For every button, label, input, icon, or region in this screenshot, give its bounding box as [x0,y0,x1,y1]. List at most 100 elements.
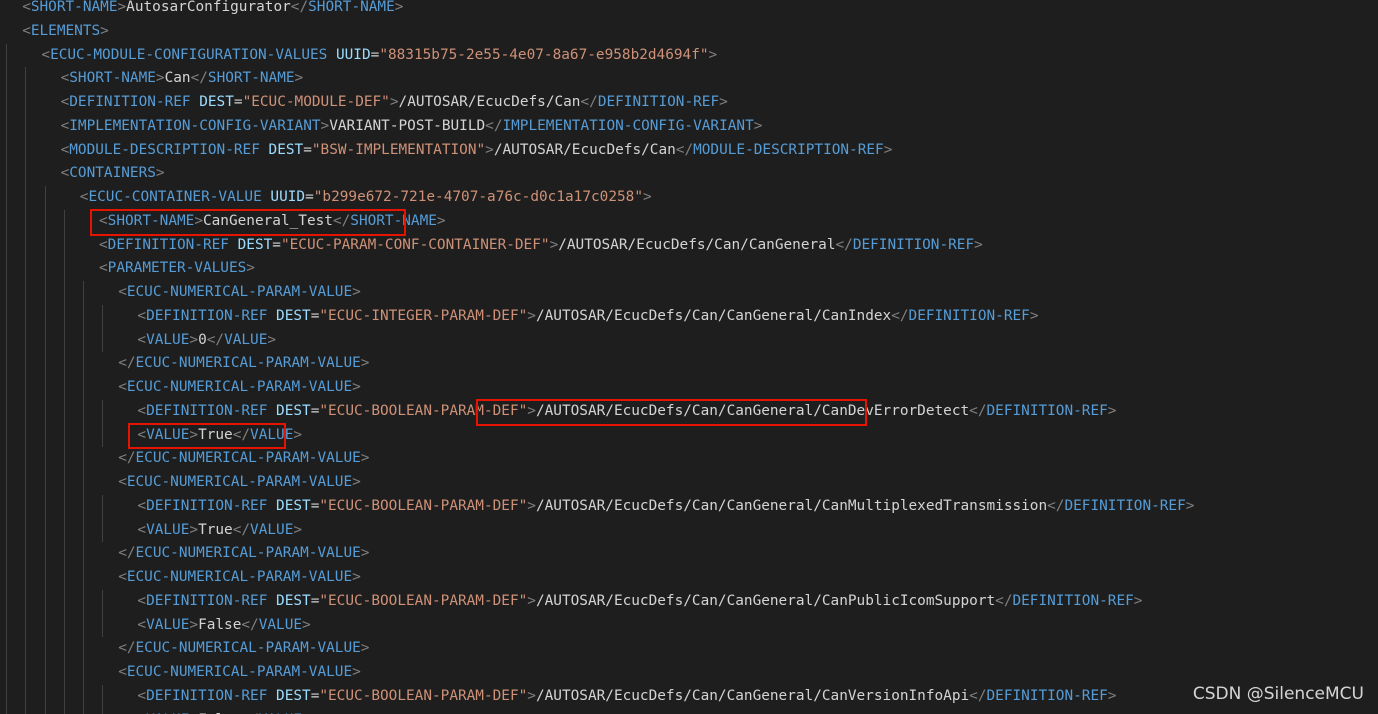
indent-guide [25,566,27,590]
code-token: < [137,307,147,324]
code-token: < [137,592,147,609]
indent-guide [83,518,84,543]
code-token: DEFINITION-REF [146,592,268,609]
indent-guide [25,399,27,424]
indent-guide [63,376,65,400]
code-token: > [189,521,199,538]
code-token: IMPLEMENTATION-CONFIG-VARIANT [69,117,321,134]
code-token: VARIANT-POST-BUILD [329,117,486,134]
code-token: > [155,165,165,182]
indent-guide [25,376,27,400]
code-token: </ [206,331,225,348]
code-token: > [293,426,303,443]
indent-guide [44,328,46,353]
indent-guide [44,233,46,258]
indent-guide [6,542,8,566]
indent-guide [83,423,84,448]
code-line: </ECUC-NUMERICAL-PARAM-VALUE> [118,542,369,566]
indent-guide [83,281,84,305]
code-token: < [60,165,70,182]
indent-guide [44,684,46,709]
code-token: DEFINITION-REF [146,687,268,704]
code-token: </ [835,236,853,253]
code-token: > [1107,687,1117,704]
indent-guide [102,423,104,448]
code-token: DEST [276,497,311,514]
indent-guide [25,281,27,305]
indent-guide [63,708,65,714]
indent-guide [6,661,8,685]
code-token: DEFINITION-REF [146,307,268,324]
code-token: DEFINITION-REF [1012,592,1134,609]
indent-guide [6,494,8,519]
indent-guide [6,566,8,590]
code-line: <ECUC-NUMERICAL-PARAM-VALUE> [118,471,361,495]
code-token: < [137,497,147,514]
code-token: > [302,616,311,633]
code-token: > [708,46,718,63]
indent-guide [102,399,104,424]
indent-guide [6,637,8,661]
code-token: > [1185,497,1195,514]
indent-guide [6,43,8,68]
code-token: ECUC-NUMERICAL-PARAM-VALUE [135,355,361,372]
indent-guide [102,684,104,709]
indent-guide [83,352,84,376]
indent-guide [44,281,46,305]
code-token: < [60,70,70,87]
indent-guide [63,233,65,258]
code-token: > [360,640,370,657]
indent-guide [83,684,84,709]
code-token: > [974,236,983,253]
code-editor[interactable]: <SHORT-NAME>AutosarConfigurator</SHORT-N… [0,0,1378,714]
code-token: SHORT-NAME [207,70,295,87]
code-line: <DEFINITION-REF DEST="ECUC-PARAM-CONF-CO… [99,234,983,258]
code-token: ECUC-NUMERICAL-PARAM-VALUE [135,640,361,657]
code-token: </ [485,117,503,134]
code-token: DEFINITION-REF [986,402,1108,419]
code-token: > [352,569,361,585]
indent-guide [44,494,46,519]
code-token: SHORT-NAME [30,0,118,15]
code-token: DEFINITION-REF [69,94,191,110]
indent-guide [44,566,46,590]
indent-guide [25,661,27,685]
indent-guide [25,162,27,186]
code-line: <ECUC-NUMERICAL-PARAM-VALUE> [118,661,361,685]
code-token: > [267,331,277,348]
indent-guide [44,637,46,661]
indent-guide [6,376,8,400]
indent-guide [44,518,46,543]
indent-guide [25,447,27,471]
code-line: <VALUE>True</VALUE> [137,424,302,448]
code-token: > [189,331,199,348]
indent-guide [63,447,65,471]
code-token: VALUE [146,616,190,633]
indent-guide [6,613,8,638]
code-token: DEST [276,687,311,704]
code-token: </ [232,521,251,538]
indent-guide [63,399,65,424]
code-token: DEFINITION-REF [146,497,268,514]
code-token: < [22,22,31,39]
indent-guide [63,209,65,234]
code-token: "ECUC-BOOLEAN-PARAM-DEF" [319,497,528,514]
code-token: > [1029,307,1039,324]
indent-guide [44,589,46,614]
indent-guide [6,328,8,353]
indent-guide [63,257,65,281]
code-token: = [303,141,312,158]
code-token: > [549,236,559,253]
indent-guide [44,304,46,329]
indent-guide [83,542,84,566]
code-token: > [293,521,303,538]
code-line: <DEFINITION-REF DEST="ECUC-BOOLEAN-PARAM… [137,685,1116,709]
indent-guide [6,67,8,91]
code-token: DEST [199,94,234,110]
code-token: > [753,117,763,134]
indent-guide [44,542,46,566]
